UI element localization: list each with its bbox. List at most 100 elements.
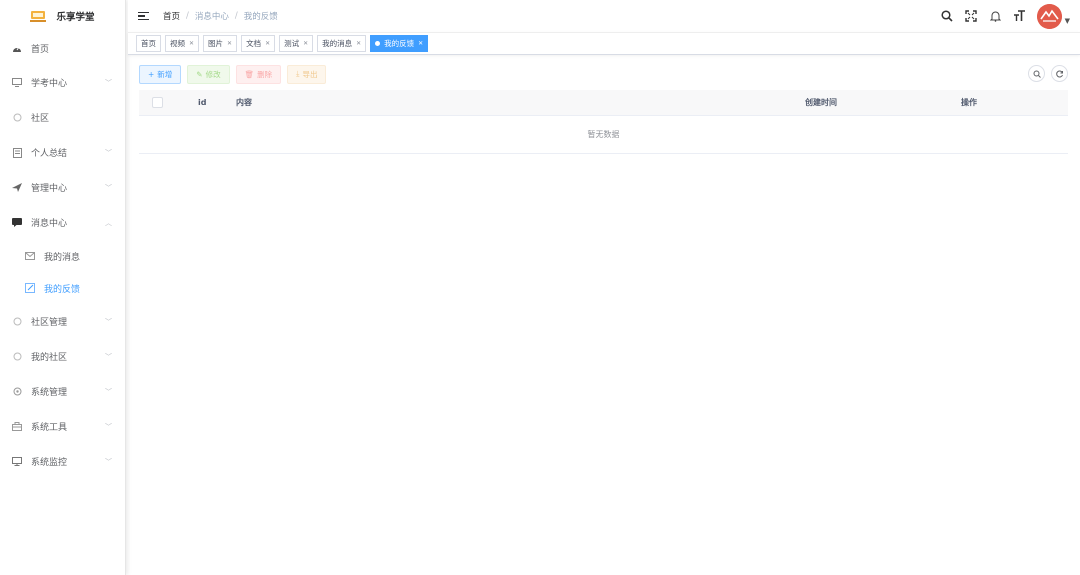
sidebar-item-label: 我的社区 (31, 353, 68, 363)
sidebar: 乐享学堂 首页 学考中心 ﹀ 社区 个人总结 ﹀ 管理中心 ﹀ 消息中心 ︿ 我… (0, 0, 126, 575)
add-button[interactable]: + 新增 (139, 64, 182, 84)
close-icon[interactable]: ✕ (265, 40, 270, 47)
monitor-icon (12, 78, 22, 88)
active-dot-icon (375, 41, 381, 46)
export-button-label: 导出 (302, 69, 318, 79)
sidebar-item-system-management[interactable]: 系统管理 ﹀ (0, 374, 125, 409)
sidebar-item-my-community[interactable]: 我的社区 ﹀ (0, 339, 125, 374)
sidebar-item-home[interactable]: 首页 (0, 32, 125, 65)
feedback-table: id 内容 创建时间 操作 暂无数据 (139, 90, 1068, 154)
add-button-label: 新增 (157, 69, 173, 79)
sidebar-item-system-monitor[interactable]: 系统监控 ﹀ (0, 444, 125, 479)
column-header-actions: 操作 (961, 98, 977, 107)
close-icon[interactable]: ✕ (303, 40, 308, 47)
delete-button[interactable]: 🗑 删除 (235, 64, 282, 84)
fullscreen-icon[interactable] (965, 10, 978, 23)
chevron-down-icon: ﹀ (105, 422, 112, 431)
sidebar-item-message-center[interactable]: 消息中心 ︿ (0, 205, 125, 240)
tag-image[interactable]: 图片 ✕ (203, 35, 238, 52)
logo[interactable]: 乐享学堂 (0, 0, 125, 32)
sidebar-item-label: 社区管理 (31, 318, 68, 328)
avatar[interactable] (1036, 3, 1062, 29)
message-icon (12, 218, 22, 228)
breadcrumb-message-center: 消息中心 (194, 12, 229, 22)
sidebar-item-label: 学考中心 (31, 79, 68, 89)
sidebar-item-community-management[interactable]: 社区管理 ﹀ (0, 304, 125, 339)
edit-icon (25, 283, 35, 293)
hamburger-icon[interactable] (138, 11, 149, 21)
logo-icon (30, 10, 47, 22)
font-size-icon[interactable] (1013, 10, 1026, 23)
sidebar-item-label: 管理中心 (31, 184, 68, 194)
sidebar-item-label: 系统监控 (31, 458, 68, 468)
delete-button-label: 删除 (257, 69, 273, 79)
tag-label: 图片 (208, 39, 224, 48)
table-header: id 内容 创建时间 操作 (139, 90, 1068, 116)
document-icon (12, 147, 22, 158)
breadcrumb-home[interactable]: 首页 (163, 10, 180, 22)
delete-icon: 🗑 (244, 69, 255, 79)
search-icon[interactable] (941, 10, 954, 23)
close-icon[interactable]: ✕ (418, 40, 423, 47)
breadcrumb-current: 我的反馈 (243, 12, 278, 22)
chevron-up-icon: ︿ (105, 218, 112, 227)
caret-down-icon[interactable]: ▼ (1065, 17, 1070, 25)
column-header-content: 内容 (236, 98, 252, 107)
sidebar-item-label: 系统管理 (31, 388, 68, 398)
bell-icon[interactable] (989, 10, 1002, 23)
tag-video[interactable]: 视频 ✕ (165, 35, 200, 52)
breadcrumb-separator: / (186, 11, 189, 21)
tag-label: 测试 (284, 39, 300, 48)
select-all-checkbox[interactable] (152, 97, 163, 108)
sidebar-item-community[interactable]: 社区 (0, 100, 125, 135)
sidebar-subitem-my-messages[interactable]: 我的消息 (0, 240, 125, 272)
edit-button[interactable]: ✎ 修改 (187, 64, 230, 84)
sidebar-item-label: 首页 (31, 45, 50, 55)
close-icon[interactable]: ✕ (356, 40, 361, 47)
tag-my-feedback[interactable]: 我的反馈 ✕ (370, 35, 429, 52)
column-header-id: id (198, 98, 207, 107)
chevron-down-icon: ﹀ (105, 352, 112, 361)
sidebar-item-personal-summary[interactable]: 个人总结 ﹀ (0, 135, 125, 170)
chevron-down-icon: ﹀ (105, 387, 112, 396)
tag-test[interactable]: 测试 ✕ (279, 35, 314, 52)
chevron-down-icon: ﹀ (105, 78, 112, 87)
close-icon[interactable]: ✕ (189, 40, 194, 47)
tag-document[interactable]: 文档 ✕ (241, 35, 276, 52)
column-header-created-time: 创建时间 (805, 98, 837, 107)
circle-icon (12, 317, 22, 327)
edit-icon: ✎ (196, 69, 203, 79)
tag-label: 我的消息 (322, 39, 353, 48)
tag-label: 视频 (170, 39, 185, 48)
search-toggle-button[interactable] (1028, 65, 1045, 82)
edit-button-label: 修改 (205, 69, 221, 79)
sidebar-subitem-label: 我的反馈 (44, 284, 81, 295)
chevron-down-icon: ﹀ (105, 183, 112, 192)
sidebar-item-label: 消息中心 (31, 219, 68, 229)
breadcrumb-separator: / (234, 11, 238, 21)
tag-home[interactable]: 首页 (136, 35, 161, 52)
sidebar-subitem-my-feedback[interactable]: 我的反馈 (0, 272, 125, 304)
breadcrumb: 首页 / 消息中心 / 我的反馈 (163, 10, 278, 22)
empty-placeholder: 暂无数据 (139, 116, 1068, 154)
tags-view: 首页 视频 ✕ 图片 ✕ 文档 ✕ 测试 ✕ 我的消息 ✕ 我的反馈 ✕ (128, 32, 1080, 55)
chevron-down-icon: ﹀ (105, 457, 112, 466)
mail-icon (25, 251, 35, 261)
sidebar-item-management-center[interactable]: 管理中心 ﹀ (0, 170, 125, 205)
right-toolbar (1028, 65, 1068, 82)
sidebar-item-system-tools[interactable]: 系统工具 ﹀ (0, 409, 125, 444)
chevron-down-icon: ﹀ (105, 317, 112, 326)
circle-icon (12, 352, 22, 362)
export-button[interactable]: ⤓ 导出 (287, 64, 327, 84)
plus-icon: + (148, 69, 155, 79)
toolbox-icon (12, 422, 22, 432)
tag-my-messages[interactable]: 我的消息 ✕ (317, 35, 367, 52)
chevron-down-icon: ﹀ (105, 148, 112, 157)
sidebar-item-study-center[interactable]: 学考中心 ﹀ (0, 65, 125, 100)
sidebar-subitem-label: 我的消息 (44, 252, 81, 263)
close-icon[interactable]: ✕ (227, 40, 232, 47)
tag-label: 文档 (246, 39, 262, 48)
settings-icon (12, 387, 22, 397)
tag-label: 我的反馈 (384, 39, 415, 48)
refresh-button[interactable] (1051, 65, 1068, 82)
